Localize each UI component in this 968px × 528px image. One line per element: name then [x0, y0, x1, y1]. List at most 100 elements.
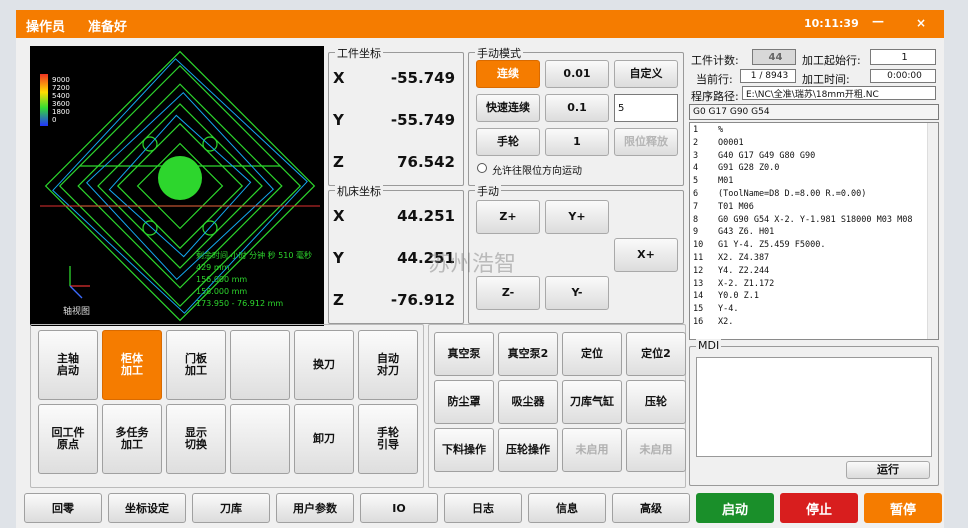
- program-line[interactable]: 13 X-2. Z1.172: [690, 279, 926, 291]
- continuous-mode-button[interactable]: 连续: [476, 60, 540, 88]
- positioning-button[interactable]: 定位: [562, 332, 622, 376]
- line-number: 13: [693, 278, 704, 289]
- jog-y-plus-button[interactable]: Y+: [545, 200, 609, 234]
- tool-change-button[interactable]: 换刀: [294, 330, 354, 400]
- program-line[interactable]: 11 X2. Z4.387: [690, 253, 926, 265]
- program-line[interactable]: 6 (ToolName=D8 D.=8.00 R.=0.00): [690, 189, 926, 201]
- program-line[interactable]: 10 G1 Y-4. Z5.459 F5000.: [690, 240, 926, 252]
- program-line[interactable]: 3 G40 G17 G49 G80 G90: [690, 151, 926, 163]
- auto-probe-button[interactable]: 自动 对刀: [358, 330, 418, 400]
- tool-magazine-button[interactable]: 刀库: [192, 493, 270, 523]
- multi-task-button[interactable]: 多任务 加工: [102, 404, 162, 474]
- start-line-input[interactable]: 1: [870, 49, 936, 65]
- io-button[interactable]: IO: [360, 493, 438, 523]
- line-number: 16: [693, 317, 704, 327]
- jog-z-minus-button[interactable]: Z-: [476, 276, 540, 310]
- time-field: 0:00:00: [870, 69, 936, 83]
- main-window: 操作员 准备好 10:11:39 — × 9000 7200 5400 3600…: [16, 10, 944, 528]
- log-button[interactable]: 日志: [444, 493, 522, 523]
- press-wheel-button[interactable]: 压轮: [626, 380, 686, 424]
- tool-magazine-cylinder-button[interactable]: 刀库气缸: [562, 380, 622, 424]
- path-label: 程序路径:: [691, 90, 739, 103]
- custom-step-button[interactable]: 自定义: [614, 60, 678, 88]
- axis-z-label: Z: [333, 153, 344, 171]
- door-machining-button[interactable]: 门板 加工: [166, 330, 226, 400]
- program-line[interactable]: 2 O0001: [690, 138, 926, 150]
- unload-tool-button[interactable]: 卸刀: [294, 404, 354, 474]
- watermark: 苏州浩智: [428, 252, 517, 277]
- toolpath-viewport[interactable]: 9000 7200 5400 3600 1800 0 剩余时间 小时 分钟 秒 510 毫…: [30, 46, 324, 326]
- program-line[interactable]: 7 T01 M06: [690, 202, 926, 214]
- line-number: 15: [693, 304, 704, 315]
- blank-button-1[interactable]: [230, 330, 290, 400]
- return-origin-button[interactable]: 回工件 原点: [38, 404, 98, 474]
- cabinet-machining-button[interactable]: 柜体 加工: [102, 330, 162, 400]
- line-number: 1: [693, 125, 699, 135]
- limit-radio-label: 允许往限位方向运动: [492, 166, 582, 177]
- jog-z-plus-button[interactable]: Z+: [476, 200, 540, 234]
- scrollbar[interactable]: [927, 123, 938, 339]
- legend-values: 9000 7200 5400 3600 1800 0: [52, 76, 70, 124]
- jog-y-minus-button[interactable]: Y-: [545, 276, 609, 310]
- minimize-button[interactable]: —: [872, 14, 884, 28]
- program-line[interactable]: 14 Y0.0 Z.1: [690, 291, 926, 303]
- handwheel-guide-button[interactable]: 手轮 引导: [358, 404, 418, 474]
- program-line[interactable]: 8 G0 G90 G54 X-2. Y-1.981 S18000 M03 M08: [690, 215, 926, 227]
- vacuum-pump-2-button[interactable]: 真空泵2: [498, 332, 558, 376]
- press-wheel-operate-button[interactable]: 压轮操作: [498, 428, 558, 472]
- axis-y-label: Y: [333, 249, 344, 267]
- operator-label: 操作员: [26, 20, 66, 35]
- home-button[interactable]: 回零: [24, 493, 102, 523]
- line-number: 4: [693, 163, 699, 174]
- start-button[interactable]: 启动: [696, 493, 774, 523]
- info-button[interactable]: 信息: [528, 493, 606, 523]
- pause-button[interactable]: 暂停: [864, 493, 942, 523]
- dust-cover-button[interactable]: 防尘罩: [434, 380, 494, 424]
- mdi-run-button[interactable]: 运行: [846, 461, 930, 479]
- line-code: G91 G28 Z0.0: [718, 163, 780, 174]
- program-line[interactable]: 5 M01: [690, 176, 926, 188]
- manual-mode-label: 手动模式: [475, 45, 523, 61]
- program-line[interactable]: 1%: [690, 125, 926, 137]
- line-number: 7: [693, 201, 699, 212]
- program-line[interactable]: 16 X2.: [690, 317, 926, 329]
- disabled-button-2[interactable]: 未启用: [626, 428, 686, 472]
- stop-button[interactable]: 停止: [780, 493, 858, 523]
- dust-collector-button[interactable]: 吸尘器: [498, 380, 558, 424]
- unload-button[interactable]: 下料操作: [434, 428, 494, 472]
- display-toggle-button[interactable]: 显示 切换: [166, 404, 226, 474]
- mdi-input[interactable]: [696, 357, 932, 457]
- disabled-button-1[interactable]: 未启用: [562, 428, 622, 472]
- close-button[interactable]: ×: [916, 16, 926, 30]
- step-01-button[interactable]: 0.1: [545, 94, 609, 122]
- path-field: E:\NC\全准\瑞苏\18mm开粗.NC: [742, 86, 936, 100]
- blank-button-2[interactable]: [230, 404, 290, 474]
- work-y-value: -55.749: [390, 111, 455, 129]
- jog-x-plus-button[interactable]: X+: [614, 238, 678, 272]
- vacuum-pump-button[interactable]: 真空泵: [434, 332, 494, 376]
- program-listing[interactable]: 1% 2 O0001 3 G40 G17 G49 G80 G90 4 G91 G28 Z0.…: [689, 122, 939, 340]
- line-code: %: [718, 125, 724, 135]
- handwheel-button[interactable]: 手轮: [476, 128, 540, 156]
- coord-set-button[interactable]: 坐标设定: [108, 493, 186, 523]
- custom-step-input[interactable]: 5: [614, 94, 678, 122]
- axis-x-label: X: [333, 207, 345, 225]
- program-line[interactable]: 15 Y-4.: [690, 304, 926, 316]
- program-line[interactable]: 12 Y4. Z2.244: [690, 266, 926, 278]
- step-001-button[interactable]: 0.01: [545, 60, 609, 88]
- line-number: 6: [693, 189, 699, 199]
- line-number: 14: [693, 291, 704, 302]
- limit-release-button[interactable]: 限位释放: [614, 128, 678, 156]
- line-number: 8: [693, 214, 699, 225]
- positioning-2-button[interactable]: 定位2: [626, 332, 686, 376]
- axis-z-label: Z: [333, 291, 344, 309]
- user-params-button[interactable]: 用户参数: [276, 493, 354, 523]
- spindle-start-button[interactable]: 主轴 启动: [38, 330, 98, 400]
- advanced-button[interactable]: 高级: [612, 493, 690, 523]
- program-line[interactable]: 4 G91 G28 Z0.0: [690, 163, 926, 175]
- machine-x-value: 44.251: [397, 207, 455, 225]
- rapid-continuous-button[interactable]: 快速连续: [476, 94, 540, 122]
- limit-radio[interactable]: [477, 163, 487, 173]
- program-line[interactable]: 9 G43 Z6. H01: [690, 227, 926, 239]
- step-1-button[interactable]: 1: [545, 128, 609, 156]
